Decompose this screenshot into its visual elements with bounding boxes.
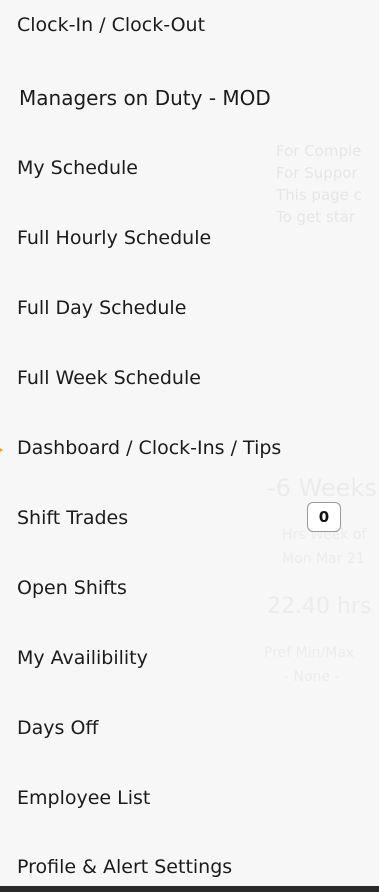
app-screen: For Comple For Suppor This page c To get…	[0, 0, 379, 892]
menu-item-label: Employee List	[17, 787, 151, 809]
menu-item-label: My Availibility	[17, 647, 148, 669]
menu-item-label: Full Day Schedule	[17, 297, 187, 319]
bottom-bar	[0, 886, 379, 892]
menu-item-dashboard-clock-ins-tips[interactable]: Dashboard / Clock-Ins / Tips	[17, 428, 339, 468]
menu-item-managers-on-duty[interactable]: Managers on Duty - MOD	[19, 78, 339, 118]
menu-item-days-off[interactable]: Days Off	[17, 708, 339, 748]
menu-item-label: Full Week Schedule	[17, 367, 201, 389]
menu-item-label: Full Hourly Schedule	[17, 227, 212, 249]
menu-item-label: Days Off	[17, 717, 99, 739]
menu-item-full-day-schedule[interactable]: Full Day Schedule	[17, 288, 339, 328]
menu-item-full-week-schedule[interactable]: Full Week Schedule	[17, 358, 339, 398]
active-item-marker-icon	[0, 444, 3, 456]
menu-item-label: Profile & Alert Settings	[17, 856, 233, 878]
menu-item-my-availability[interactable]: My Availibility	[17, 638, 339, 678]
menu-item-label: My Schedule	[17, 157, 138, 179]
menu-item-label: Clock-In / Clock-Out	[17, 14, 206, 36]
menu-item-label: Open Shifts	[17, 577, 127, 599]
menu-item-label: Managers on Duty - MOD	[19, 86, 271, 110]
menu-item-open-shifts[interactable]: Open Shifts	[17, 568, 339, 608]
shift-trades-count-badge: 0	[307, 502, 341, 532]
menu-item-profile-alert-settings[interactable]: Profile & Alert Settings	[17, 847, 339, 887]
menu-item-my-schedule[interactable]: My Schedule	[17, 148, 339, 188]
navigation-menu: Clock-In / Clock-Out Managers on Duty - …	[0, 0, 379, 892]
menu-item-clock-in-clock-out[interactable]: Clock-In / Clock-Out	[17, 5, 339, 45]
menu-item-shift-trades[interactable]: Shift Trades 0	[17, 498, 341, 538]
menu-item-employee-list[interactable]: Employee List	[17, 778, 339, 818]
menu-item-full-hourly-schedule[interactable]: Full Hourly Schedule	[17, 218, 339, 258]
menu-item-label: Dashboard / Clock-Ins / Tips	[17, 437, 282, 459]
menu-item-label: Shift Trades	[17, 507, 129, 529]
